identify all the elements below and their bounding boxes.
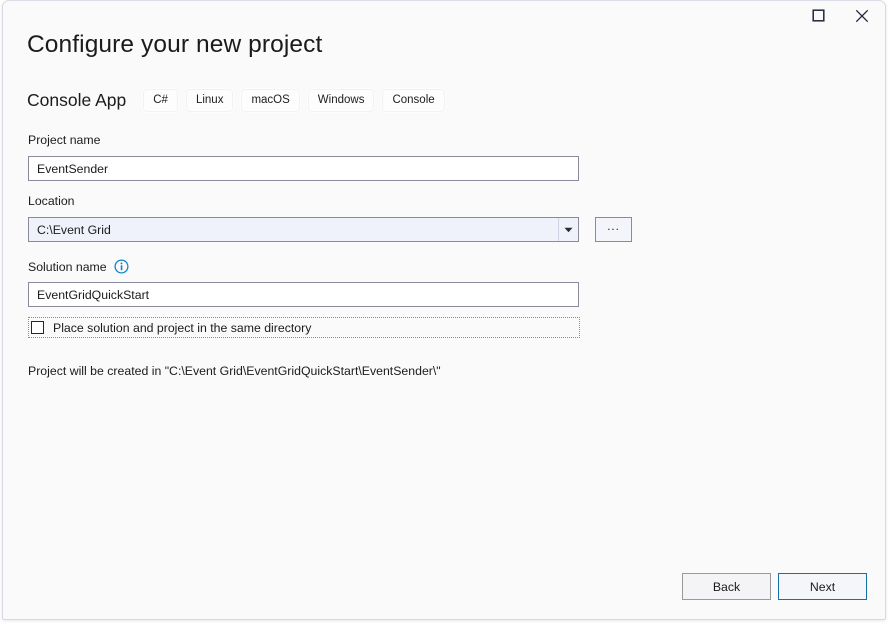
same-directory-label: Place solution and project in the same d…	[53, 321, 311, 335]
template-name: Console App	[27, 90, 126, 111]
solution-name-label-row: Solution name	[28, 259, 129, 274]
location-label: Location	[28, 194, 75, 208]
close-button[interactable]	[840, 1, 884, 30]
page-title: Configure your new project	[27, 31, 322, 59]
same-directory-checkbox-row[interactable]: Place solution and project in the same d…	[28, 317, 580, 338]
project-name-label: Project name	[28, 133, 100, 147]
project-path-note: Project will be created in "C:\Event Gri…	[28, 364, 441, 378]
location-combobox[interactable]: C:\Event Grid	[28, 217, 579, 242]
project-name-input[interactable]	[28, 156, 579, 181]
same-directory-checkbox[interactable]	[31, 321, 44, 334]
tag-chip-linux: Linux	[186, 89, 234, 112]
next-button[interactable]: Next	[778, 573, 867, 600]
back-button[interactable]: Back	[682, 573, 771, 600]
maximize-button[interactable]	[796, 1, 840, 30]
configure-project-dialog: Configure your new project Console App C…	[2, 0, 886, 620]
template-summary: Console App C# Linux macOS Windows Conso…	[27, 86, 453, 114]
location-value: C:\Event Grid	[29, 223, 558, 237]
chevron-down-icon[interactable]	[558, 218, 578, 241]
solution-name-label: Solution name	[28, 260, 107, 274]
maximize-icon	[812, 9, 825, 22]
tag-chip-console: Console	[382, 89, 444, 112]
info-icon[interactable]	[114, 259, 129, 274]
tag-chip-windows: Windows	[308, 89, 375, 112]
tag-chip-language: C#	[143, 89, 178, 112]
title-bar	[3, 1, 885, 31]
browse-location-button[interactable]: ...	[595, 217, 632, 242]
close-icon	[855, 9, 869, 23]
tag-chip-macos: macOS	[241, 89, 299, 112]
solution-name-input[interactable]	[28, 282, 579, 307]
